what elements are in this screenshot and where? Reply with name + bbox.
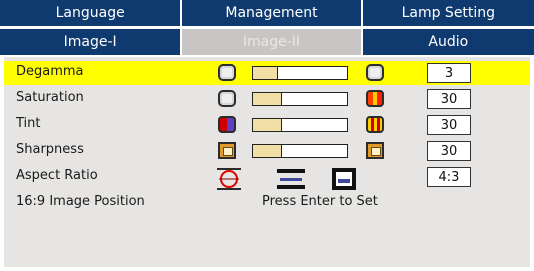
low-saturation-icon — [218, 90, 236, 107]
slider-fill — [253, 93, 282, 105]
setting-row-saturation[interactable]: Saturation 30 — [4, 87, 530, 111]
tab-audio[interactable]: Audio — [362, 29, 534, 55]
setting-label: 16:9 Image Position — [16, 194, 145, 209]
monitor-icon — [366, 64, 384, 81]
setting-row-degamma[interactable]: Degamma 3 — [4, 61, 530, 85]
tint-value: 30 — [427, 115, 471, 135]
setting-row-image-position[interactable]: 16:9 Image Position Press Enter to Set — [4, 191, 530, 215]
aspect-ratio-wide-icon[interactable] — [276, 167, 306, 191]
setting-label: Aspect Ratio — [16, 168, 98, 183]
tab-language[interactable]: Language — [0, 0, 181, 26]
tab-management[interactable]: Management — [182, 0, 361, 26]
sharpness-high-icon — [366, 142, 384, 159]
tint-high-icon — [366, 116, 384, 133]
degamma-slider[interactable] — [252, 66, 348, 80]
tint-slider[interactable] — [252, 118, 348, 132]
setting-row-sharpness[interactable]: Sharpness 30 — [4, 139, 530, 163]
slider-fill — [253, 67, 278, 79]
saturation-slider[interactable] — [252, 92, 348, 106]
sharpness-slider[interactable] — [252, 144, 348, 158]
press-enter-text[interactable]: Press Enter to Set — [262, 194, 378, 209]
tab-image-2[interactable]: Image-II — [182, 29, 361, 55]
setting-label: Saturation — [16, 90, 84, 105]
saturation-value: 30 — [427, 89, 471, 109]
slider-fill — [253, 119, 282, 131]
sharpness-low-icon — [218, 142, 236, 159]
aspect-ratio-value: 4:3 — [427, 167, 471, 187]
bottom-tab-row: Image-I Image-II Audio — [0, 29, 534, 55]
top-tab-row: Language Management Lamp Setting — [0, 0, 534, 26]
tab-image-1[interactable]: Image-I — [0, 29, 181, 55]
slider-fill — [253, 145, 282, 157]
high-saturation-icon — [366, 90, 384, 107]
settings-panel: Degamma 3 Saturation 30 Tint 30 Sharpnes… — [4, 57, 530, 267]
setting-row-aspect-ratio[interactable]: Aspect Ratio 4:3 — [4, 165, 530, 191]
setting-label: Degamma — [16, 64, 84, 79]
osd-menu: Language Management Lamp Setting Image-I… — [0, 0, 534, 271]
degamma-value: 3 — [427, 63, 471, 83]
tab-lamp-setting[interactable]: Lamp Setting — [362, 0, 534, 26]
aspect-ratio-circle-icon[interactable] — [216, 167, 242, 191]
tint-low-icon — [218, 116, 236, 133]
setting-label: Tint — [16, 116, 41, 131]
monitor-icon — [218, 64, 236, 81]
setting-label: Sharpness — [16, 142, 84, 157]
setting-row-tint[interactable]: Tint 30 — [4, 113, 530, 137]
sharpness-value: 30 — [427, 141, 471, 161]
aspect-ratio-box-icon[interactable] — [331, 167, 357, 191]
